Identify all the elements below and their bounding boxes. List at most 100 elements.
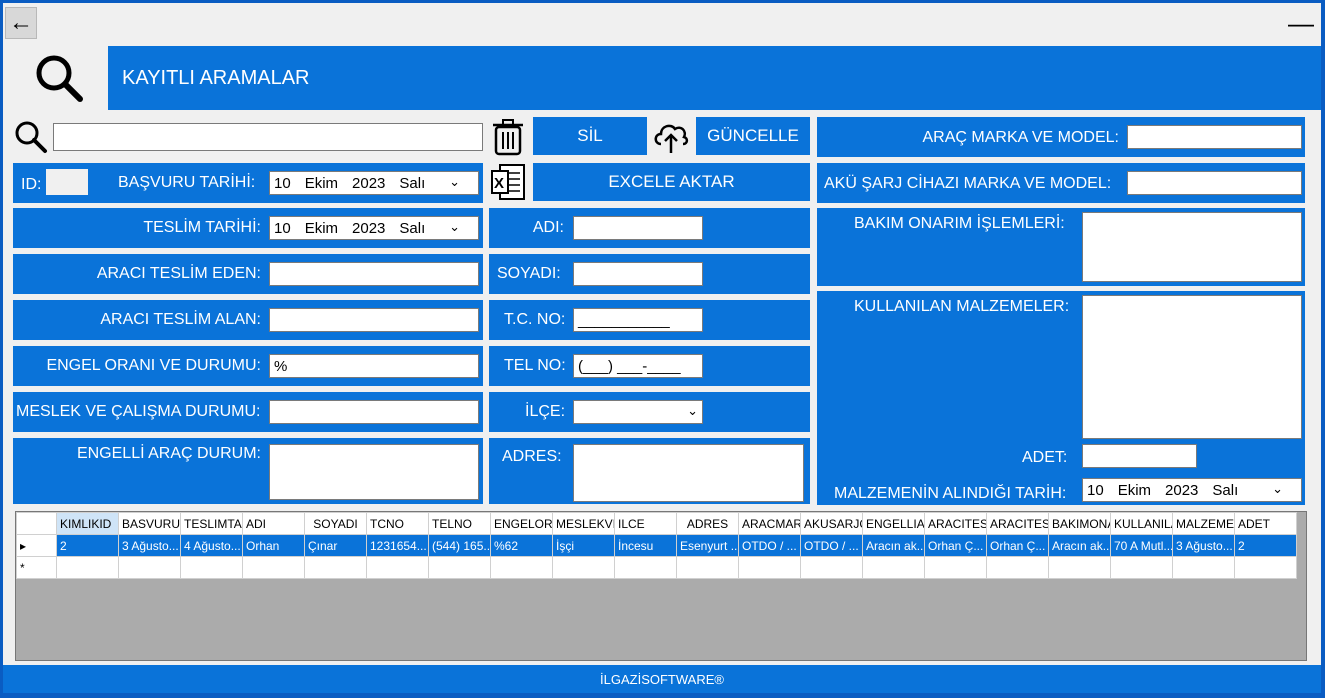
date-year: 2023 — [1165, 481, 1199, 499]
tel-panel: TEL NO: (___) ___-____ — [489, 346, 810, 386]
column-header[interactable]: ENGELOR — [490, 512, 553, 535]
column-header[interactable]: ILCE — [614, 512, 677, 535]
teslim-alan-label: ARACI TESLİM ALAN: — [100, 311, 261, 328]
ilce-panel: İLÇE: ⌄ — [489, 392, 810, 432]
table-cell[interactable]: Orhan Ç... — [986, 534, 1049, 557]
table-cell[interactable]: Esenyurt ... — [676, 534, 739, 557]
search-input[interactable] — [53, 123, 483, 151]
table-cell[interactable] — [1172, 556, 1235, 579]
guncelle-button[interactable]: GÜNCELLE — [696, 117, 810, 155]
aku-input[interactable] — [1127, 171, 1302, 195]
table-cell[interactable] — [676, 556, 739, 579]
table-cell[interactable] — [862, 556, 925, 579]
ilce-select[interactable]: ⌄ — [573, 400, 703, 424]
basvuru-date-picker[interactable]: 10 Ekim 2023 Salı ⌄ — [269, 171, 479, 195]
adi-input[interactable] — [573, 216, 703, 240]
records-grid[interactable]: KIMLIKID BASVURU TESLIMTA ADI SOYADI TCN… — [15, 511, 1307, 661]
adres-textarea[interactable] — [573, 444, 804, 502]
column-header[interactable]: TELNO — [428, 512, 491, 535]
table-cell[interactable] — [180, 556, 243, 579]
table-cell[interactable] — [304, 556, 367, 579]
table-cell[interactable]: İncesu — [614, 534, 677, 557]
table-cell[interactable]: OTDO / ... — [738, 534, 801, 557]
table-cell[interactable] — [614, 556, 677, 579]
table-cell[interactable] — [428, 556, 491, 579]
tel-input[interactable]: (___) ___-____ — [573, 354, 703, 378]
malzeme-date-picker[interactable]: 10 Ekim 2023 Salı ⌄ — [1082, 478, 1302, 502]
column-header[interactable]: KIMLIKID — [56, 512, 119, 535]
column-header[interactable]: ARACITES — [986, 512, 1049, 535]
table-cell[interactable] — [56, 556, 119, 579]
adres-panel: ADRES: — [489, 438, 810, 504]
table-cell[interactable]: 1231654... — [366, 534, 429, 557]
table-cell[interactable]: 2 — [1234, 534, 1297, 557]
table-cell[interactable] — [924, 556, 987, 579]
id-field[interactable] — [46, 169, 88, 195]
table-cell[interactable] — [800, 556, 863, 579]
column-header[interactable]: ADET — [1234, 512, 1297, 535]
engelli-arac-label: ENGELLİ ARAÇ DURUM: — [76, 445, 261, 462]
table-cell[interactable]: Orhan — [242, 534, 305, 557]
excel-icon[interactable]: X — [490, 163, 526, 201]
column-header[interactable]: ADRES — [676, 512, 739, 535]
table-cell[interactable]: Aracın ak... — [1048, 534, 1111, 557]
column-header[interactable]: KULLANILA — [1110, 512, 1173, 535]
table-cell[interactable] — [366, 556, 429, 579]
column-header[interactable]: BASVURU — [118, 512, 181, 535]
table-cell[interactable] — [552, 556, 615, 579]
bakim-textarea[interactable] — [1082, 212, 1302, 282]
table-cell[interactable]: 3 Ağusto... — [1172, 534, 1235, 557]
table-cell[interactable] — [738, 556, 801, 579]
table-cell[interactable]: 4 Ağusto... — [180, 534, 243, 557]
table-cell[interactable]: OTDO / ... — [800, 534, 863, 557]
trash-icon[interactable] — [491, 118, 525, 156]
table-row[interactable]: ▸ 2 3 Ağusto... 4 Ağusto... Orhan Çınar … — [16, 534, 1297, 557]
table-cell[interactable]: İşçi — [552, 534, 615, 557]
column-header[interactable]: AKUSARJC — [800, 512, 863, 535]
new-row[interactable]: * — [16, 556, 1297, 579]
column-header[interactable]: TCNO — [366, 512, 429, 535]
table-cell[interactable] — [1234, 556, 1297, 579]
table-cell[interactable] — [490, 556, 553, 579]
engel-input[interactable]: % — [269, 354, 479, 378]
table-cell[interactable]: (544) 165... — [428, 534, 491, 557]
column-header[interactable]: SOYADI — [304, 512, 367, 535]
table-cell[interactable] — [118, 556, 181, 579]
column-header[interactable]: ARACITES — [924, 512, 987, 535]
table-cell[interactable]: %62 — [490, 534, 553, 557]
column-header[interactable]: MALZEMEI — [1172, 512, 1235, 535]
table-cell[interactable]: Çınar — [304, 534, 367, 557]
minimize-button[interactable]: — — [1287, 8, 1315, 38]
teslim-alan-input[interactable] — [269, 308, 479, 332]
table-cell[interactable] — [986, 556, 1049, 579]
table-cell[interactable] — [1110, 556, 1173, 579]
teslim-date-picker[interactable]: 10 Ekim 2023 Salı ⌄ — [269, 216, 479, 240]
malzemeler-textarea[interactable] — [1082, 295, 1302, 439]
soyadi-input[interactable] — [573, 262, 703, 286]
excele-aktar-button[interactable]: EXCELE AKTAR — [533, 163, 810, 201]
column-header[interactable]: TESLIMTA — [180, 512, 243, 535]
tc-input[interactable]: ___________ — [573, 308, 703, 332]
meslek-input[interactable] — [269, 400, 479, 424]
malzemeler-panel: KULLANILAN MALZEMELER: ADET: MALZEMENİN … — [817, 291, 1305, 505]
table-cell[interactable]: 2 — [56, 534, 119, 557]
engelli-arac-textarea[interactable] — [269, 444, 479, 500]
row-selector-icon[interactable]: ▸ — [16, 534, 57, 557]
arac-marka-input[interactable] — [1127, 125, 1302, 149]
adet-input[interactable] — [1082, 444, 1197, 468]
table-cell[interactable] — [1048, 556, 1111, 579]
back-button[interactable]: ← — [5, 7, 37, 39]
table-cell[interactable] — [242, 556, 305, 579]
column-header[interactable]: ENGELLIAI — [862, 512, 925, 535]
teslim-eden-input[interactable] — [269, 262, 479, 286]
column-header[interactable]: ADI — [242, 512, 305, 535]
column-header[interactable]: ARACMAR — [738, 512, 801, 535]
sil-button[interactable]: SİL — [533, 117, 647, 155]
column-header[interactable]: MESLEKVE — [552, 512, 615, 535]
table-cell[interactable]: Orhan Ç... — [924, 534, 987, 557]
cloud-upload-icon[interactable] — [651, 116, 691, 156]
table-cell[interactable]: Aracın ak... — [862, 534, 925, 557]
table-cell[interactable]: 70 A Mutl... — [1110, 534, 1173, 557]
column-header[interactable]: BAKIMONA — [1048, 512, 1111, 535]
table-cell[interactable]: 3 Ağusto... — [118, 534, 181, 557]
